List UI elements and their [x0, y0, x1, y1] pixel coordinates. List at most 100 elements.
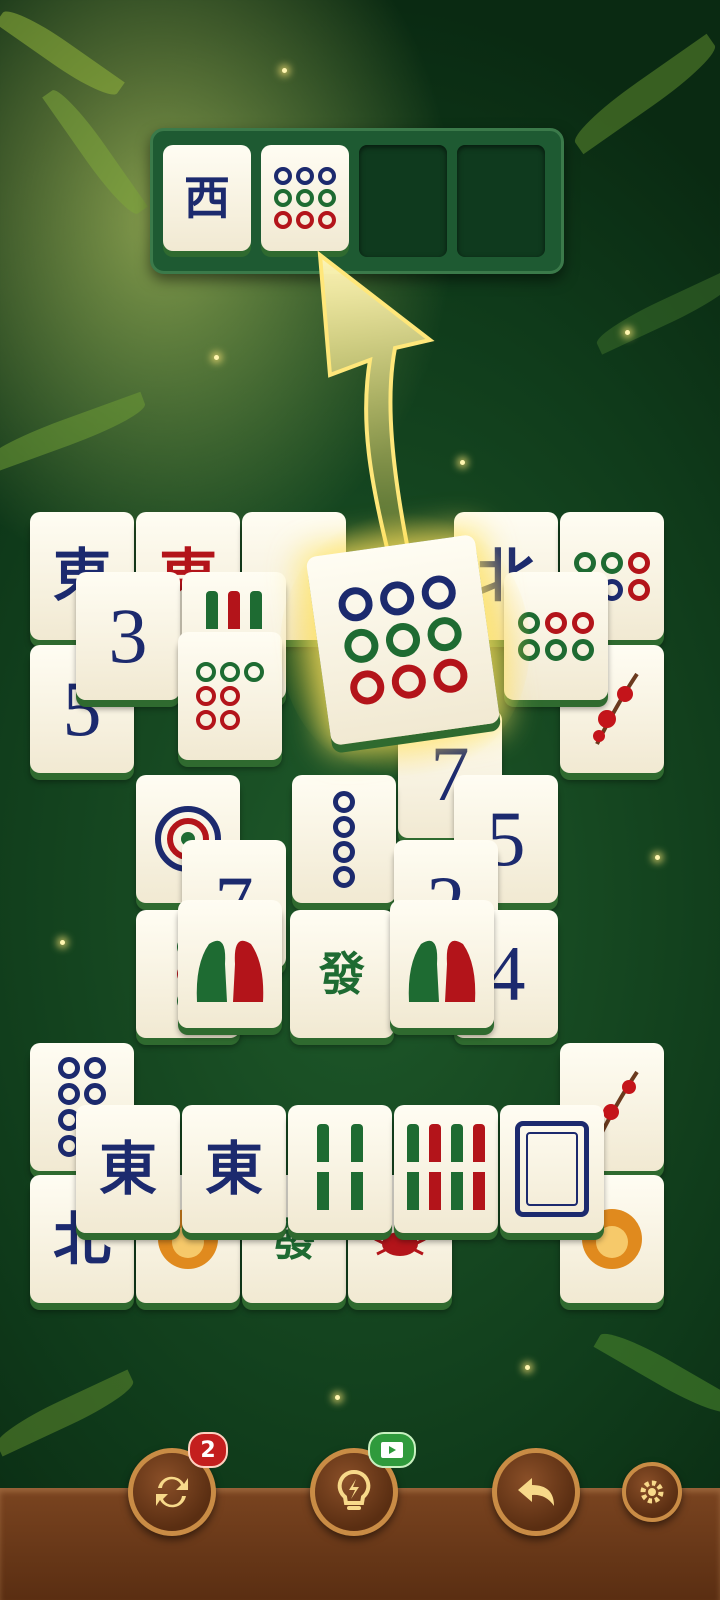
tile-white-dragon[interactable]: [500, 1105, 604, 1233]
tile-number: 3: [108, 592, 148, 679]
bamboo-leaf: [593, 1324, 720, 1422]
bar: [317, 1124, 329, 1214]
dots-grid: [196, 662, 264, 730]
dot: [431, 656, 470, 695]
dot: [274, 189, 292, 207]
bamboo-leaf: [0, 2, 125, 104]
bar: [351, 1124, 363, 1214]
dot: [84, 1057, 106, 1079]
dot: [419, 573, 458, 612]
tray-slot-2: [261, 145, 349, 257]
dot: [318, 211, 336, 229]
dot: [274, 167, 292, 185]
tile-char: 西: [184, 171, 230, 225]
white-dragon-frame: [515, 1121, 589, 1217]
sparkle: [214, 355, 219, 360]
tile-east-bottom-1[interactable]: 東: [76, 1105, 180, 1233]
dot: [574, 551, 596, 574]
sparkle: [460, 460, 465, 465]
dot: [545, 611, 567, 634]
tile-char: 東: [204, 1135, 263, 1203]
dot: [628, 578, 650, 601]
dot: [628, 551, 650, 574]
dots-grid: [274, 167, 336, 229]
dot: [58, 1057, 80, 1079]
bamboo-leaf: [42, 83, 148, 221]
sparkle: [655, 855, 660, 860]
dot: [274, 211, 292, 229]
dot: [84, 1083, 106, 1105]
bamboo-leaf: [0, 391, 150, 475]
gear-icon: [640, 1480, 664, 1504]
dot: [425, 614, 464, 654]
dot: [318, 167, 336, 185]
bamboo-leaf: [567, 33, 720, 155]
dot: [572, 611, 594, 634]
dot: [333, 865, 355, 888]
dot: [383, 620, 423, 660]
dot: [348, 668, 387, 707]
tile-east-bottom-2[interactable]: 東: [182, 1105, 286, 1233]
dot: [58, 1083, 80, 1105]
dot: [572, 638, 594, 661]
undo-button[interactable]: [492, 1448, 580, 1536]
bar: [429, 1124, 441, 1214]
lightbulb-icon: [337, 1469, 371, 1510]
bar: [473, 1124, 485, 1214]
twin-figures-icon: [408, 940, 476, 1002]
tile-nine-dots-selected[interactable]: [305, 534, 501, 746]
sparkle: [60, 940, 65, 945]
dot: [220, 686, 240, 706]
dot: [333, 790, 355, 813]
tile-dots-column[interactable]: [292, 775, 396, 903]
video-icon: [381, 1442, 403, 1458]
dot: [342, 626, 381, 666]
bamboo-bars: [317, 1124, 363, 1214]
settings-button[interactable]: [622, 1462, 682, 1522]
dot: [318, 189, 336, 207]
dot: [296, 189, 314, 207]
dot: [333, 840, 355, 863]
bamboo-bars: [407, 1124, 485, 1214]
sparkle: [525, 1365, 530, 1370]
tile-seven-dots[interactable]: [178, 632, 282, 760]
tile-char: 發: [319, 947, 365, 1001]
dots-grid: [333, 790, 355, 888]
dot: [389, 662, 429, 701]
dot: [296, 167, 314, 185]
shuffle-count-badge: 2: [188, 1432, 228, 1468]
tray-slot-3: [359, 145, 447, 257]
dot: [601, 551, 623, 574]
undo-icon: [518, 1478, 554, 1506]
dot: [545, 638, 567, 661]
tile-char: 東: [98, 1135, 157, 1203]
dot: [333, 815, 355, 838]
bamboo-leaf: [0, 1369, 139, 1457]
tray-tile-nine-dots: [261, 145, 349, 251]
bar: [407, 1124, 419, 1214]
tile-three[interactable]: 3: [76, 572, 180, 700]
tray-slot-4: [457, 145, 545, 257]
dot: [196, 710, 216, 730]
shuffle-icon: [156, 1476, 188, 1508]
tile-green-dragon[interactable]: 發: [290, 910, 394, 1038]
sparkle: [335, 1395, 340, 1400]
twin-figures-icon: [196, 940, 264, 1002]
bar: [451, 1124, 463, 1214]
video-ad-badge: [368, 1432, 416, 1468]
dot: [336, 585, 375, 624]
dot: [296, 211, 314, 229]
dot: [244, 662, 264, 682]
dot: [196, 662, 216, 682]
dot: [220, 662, 240, 682]
dot: [377, 579, 417, 618]
tile-twin-girls-left[interactable]: [178, 900, 282, 1028]
dots-grid: [336, 573, 470, 707]
tile-twin-girls-right[interactable]: [390, 900, 494, 1028]
tile-two-bamboo[interactable]: [288, 1105, 392, 1233]
tray-slot-1: 西: [163, 145, 251, 257]
tray-tile-west: 西: [163, 145, 251, 251]
dot: [220, 710, 240, 730]
bamboo-leaf: [591, 269, 720, 355]
tile-four-bamboo[interactable]: [394, 1105, 498, 1233]
